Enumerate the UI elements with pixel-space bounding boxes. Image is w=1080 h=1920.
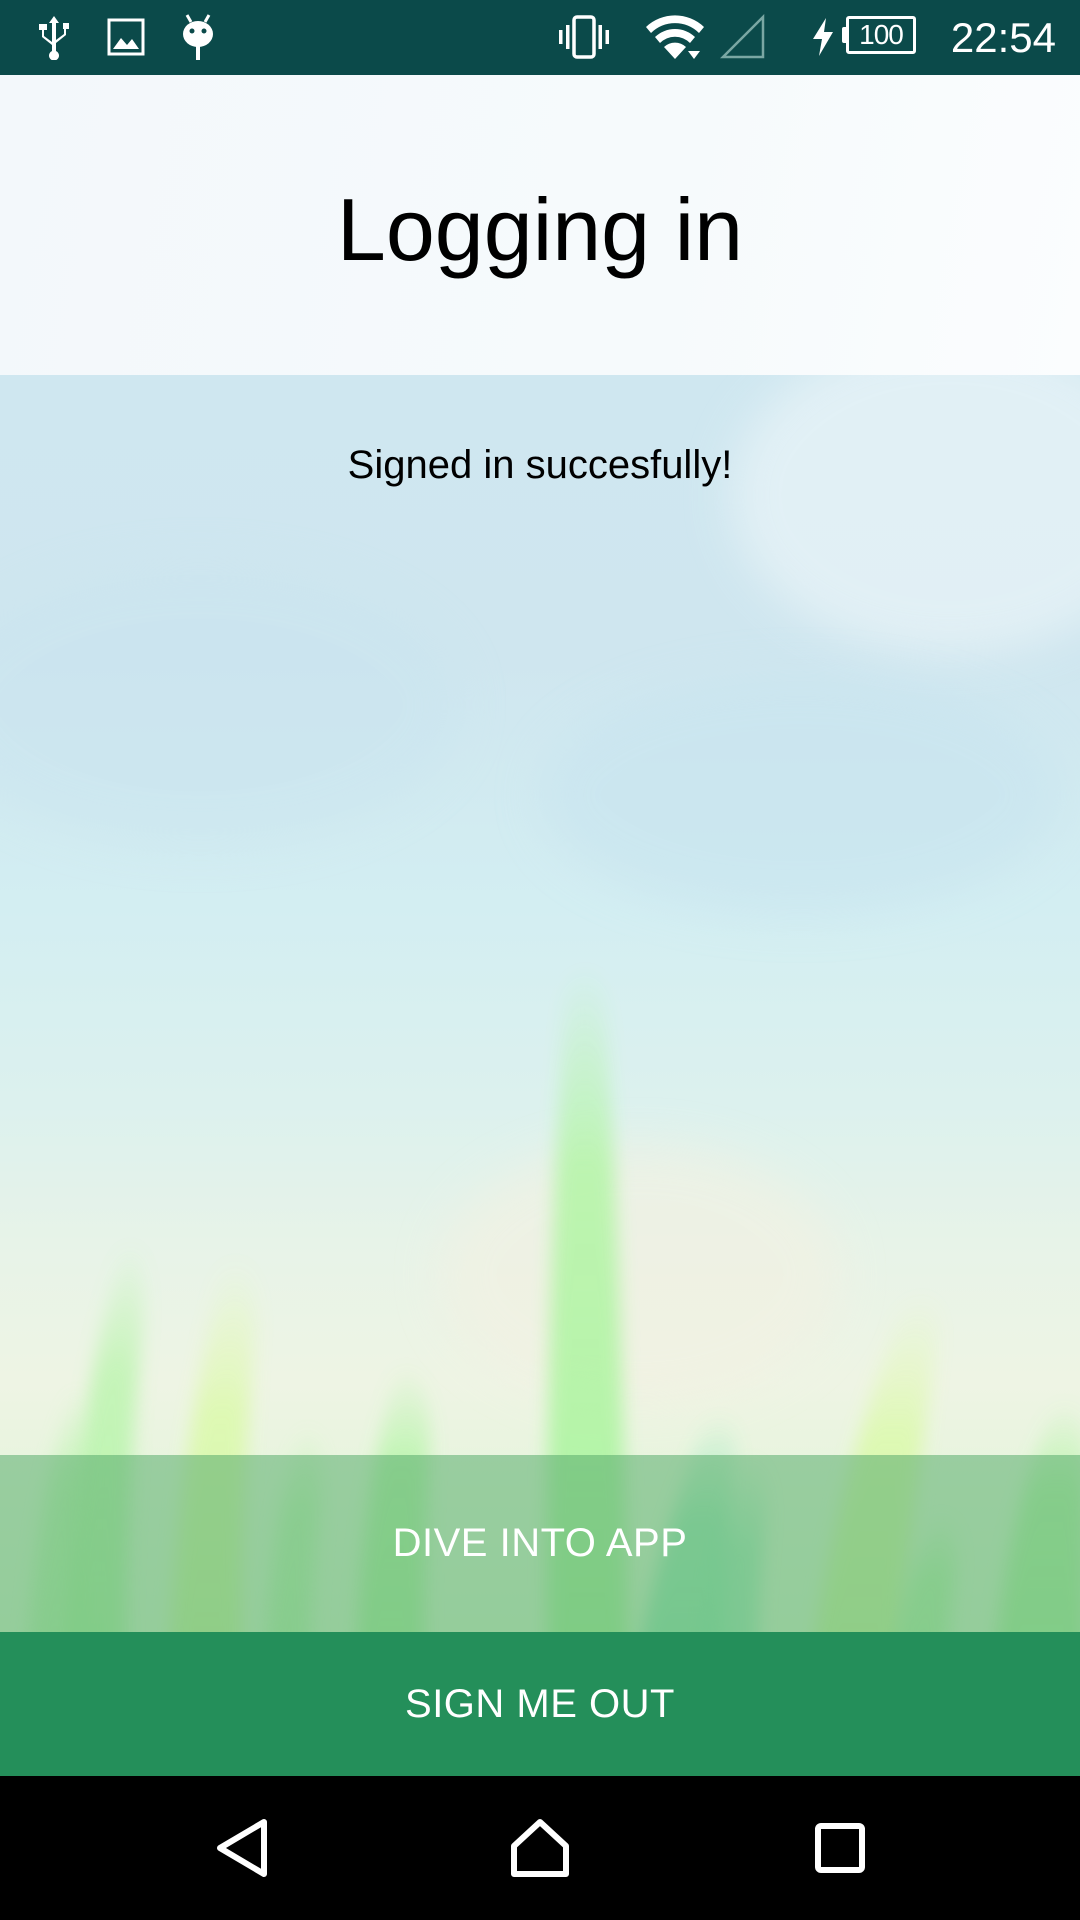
battery-indicator: 100	[842, 16, 922, 54]
recents-icon[interactable]	[790, 1798, 890, 1898]
navigation-bar	[0, 1776, 1080, 1920]
page-title: Logging in	[336, 180, 744, 279]
battery-level: 100	[846, 16, 916, 54]
status-message: Signed in succesfully!	[347, 443, 733, 487]
header: Logging in	[0, 75, 1080, 375]
vibrate-icon	[556, 12, 612, 62]
charging-icon	[808, 12, 838, 62]
image-icon	[104, 12, 148, 62]
app-screen: 100 22:54 Logging in Signed in succesful…	[0, 0, 1080, 1920]
back-icon[interactable]	[192, 1798, 292, 1898]
cell-signal-icon	[720, 12, 766, 62]
dive-into-app-button[interactable]: DIVE INTO APP	[0, 1455, 1080, 1632]
wifi-icon	[644, 12, 706, 62]
android-debug-icon	[176, 12, 220, 62]
status-bar: 100 22:54	[0, 0, 1080, 75]
clock: 22:54	[950, 14, 1056, 61]
sign-me-out-button[interactable]: SIGN ME OUT	[0, 1632, 1080, 1776]
usb-icon	[32, 12, 76, 62]
home-icon[interactable]	[490, 1798, 590, 1898]
